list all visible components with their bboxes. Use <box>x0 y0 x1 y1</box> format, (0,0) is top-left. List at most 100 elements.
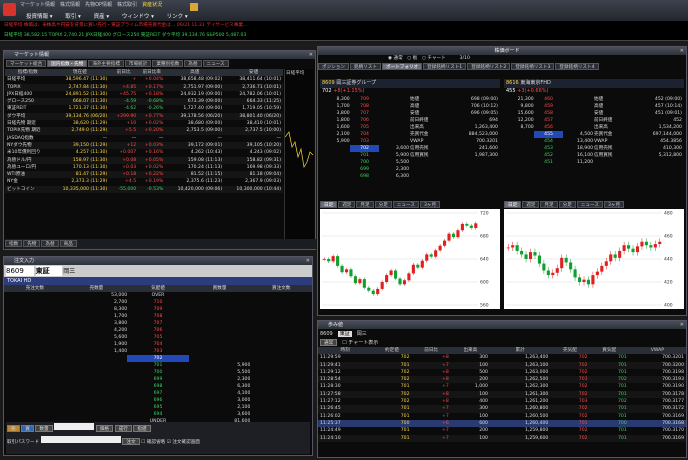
bid-price[interactable]: 698 <box>127 383 189 390</box>
col-header[interactable]: 前日比 <box>109 69 139 77</box>
current-row[interactable]: 702 <box>4 355 312 362</box>
password-input[interactable] <box>40 436 121 443</box>
bid-row[interactable]: 699 2,300 <box>320 166 410 173</box>
mini-chart[interactable]: 日経平均 <box>284 69 314 239</box>
buy-button[interactable]: 買 <box>21 425 34 432</box>
board-tab[interactable]: ポートフォリオ <box>381 63 423 70</box>
board-tab[interactable]: 登録銘柄リスト3 <box>511 63 555 70</box>
bid-price[interactable]: 699 <box>127 376 189 383</box>
candle-chart[interactable]: 720 680 640 600 560 <box>320 209 500 309</box>
close-icon[interactable]: ✕ <box>306 257 310 265</box>
board-window-titlebar[interactable]: 株価ボード ✕ <box>318 47 686 55</box>
order-window-titlebar[interactable]: 注文入力 ✕ <box>4 257 312 265</box>
tab-market-summary[interactable]: マーケット総合 <box>6 60 47 67</box>
table-row[interactable]: 東証REIT 1,721.37 (11:30) -4.62 -0.26% 1,727.4… <box>5 105 283 112</box>
chart-display-checkbox[interactable]: チャート表示 <box>348 340 378 346</box>
table-row[interactable]: 日経先物 期近 38,620 (11:29) +10 +0.02% 38,680 (09… <box>5 120 283 127</box>
ask-price[interactable]: 704 <box>127 341 189 348</box>
bid-price[interactable]: 701 <box>127 362 189 369</box>
period-select[interactable]: 3ヶ月 <box>419 201 441 208</box>
menu-item[interactable]: 投資情報 <box>26 14 48 20</box>
candle-chart[interactable]: 480 460 440 420 400 <box>504 209 684 309</box>
col-header[interactable]: 現在値 <box>50 69 110 77</box>
tab-stats[interactable]: 市場統計 <box>124 60 152 67</box>
bid-row[interactable]: 698 6,300 <box>4 383 312 390</box>
table-row[interactable]: NYダウ先物 39,150 (11:29) +12 +0.03% 39,172 (09:… <box>5 141 283 150</box>
close-icon[interactable]: ✕ <box>680 321 684 329</box>
menu-item[interactable]: リンク <box>167 14 184 20</box>
bid-row[interactable]: 702 3,600 <box>320 145 410 152</box>
table-row[interactable]: 11:24:49 701 +7 200 1,259,800 702 701 700.3170 <box>318 427 686 434</box>
tick-window-titlebar[interactable]: 歩み値 ✕ <box>318 321 686 329</box>
confirm-screen-checkbox[interactable]: 注文確認画面 <box>172 440 200 445</box>
chart-tab[interactable]: ニュース <box>576 201 603 208</box>
ask-price[interactable]: 707 <box>127 320 189 327</box>
tab-news[interactable]: ニュース <box>202 60 229 67</box>
bid-row[interactable]: 694 3,600 <box>4 411 312 418</box>
sell-button[interactable]: 売 <box>7 425 20 432</box>
skip-confirm-checkbox[interactable]: 確認省略 <box>147 440 165 445</box>
menu-item[interactable]: ウィンドウ <box>122 14 150 20</box>
ask-row[interactable]: 5,600 705 <box>4 334 312 341</box>
table-row[interactable]: 11:29:59 702 +8 300 1,263,400 702 701 700.3201 <box>318 354 686 361</box>
ask-price[interactable]: 703 <box>127 348 189 355</box>
col-header[interactable]: 時刻 <box>318 347 373 355</box>
table-row[interactable]: ビットコイン 10,335,000 (11:30) -55,000 -0.53% 10,… <box>5 185 283 194</box>
chart-tab[interactable]: 日足 <box>504 201 522 208</box>
bid-price[interactable]: 696 <box>127 397 189 404</box>
footer-tab[interactable]: 為替 <box>41 240 59 247</box>
table-row[interactable]: 為替ドル/円 158.97 (11:30) +0.08 +0.05% 159.08 (1… <box>5 156 283 164</box>
tick-code-input[interactable]: 8609 <box>320 331 333 337</box>
table-row[interactable]: WTI原油 81.47 (11:29) +0.18 +0.22% 81.52 (11:1… <box>5 171 283 179</box>
ask-row[interactable]: 15,600 458 <box>504 110 594 117</box>
bid-row[interactable]: 695 2,100 <box>4 404 312 411</box>
bid-row[interactable]: 698 6,300 <box>320 173 410 180</box>
ask-row[interactable]: 1,800 706 <box>320 117 410 124</box>
panel-header[interactable]: 8616 東海東京FHD <box>504 79 684 88</box>
table-row[interactable]: TOPIX先物 期近 2,749.0 (11:29) +5.5 +0.20% 2,753… <box>5 127 283 135</box>
ask-price[interactable]: 705 <box>127 334 189 341</box>
board-tab[interactable]: 登録銘柄リスト4 <box>555 63 599 70</box>
table-row[interactable]: TOPIX 2,747.84 (11:30) +4.85 +0.17% 2,751.97… <box>5 83 283 91</box>
code-input[interactable]: 8609 <box>6 266 34 276</box>
close-icon[interactable]: ✕ <box>309 51 313 59</box>
table-row[interactable]: 米10年債利回り 4.257 (11:30) +0.007 +0.16% 4.262 (… <box>5 149 283 156</box>
market-select[interactable]: 東証 <box>35 266 62 276</box>
tick-mode-select[interactable]: 通常 <box>320 339 338 346</box>
table-row[interactable]: 11:26:45 701 +7 300 1,260,800 702 701 700.3172 <box>318 405 686 413</box>
current-price[interactable]: 702 <box>127 355 189 362</box>
ask-row[interactable]: 8,700 456 <box>504 124 594 131</box>
news-ticker[interactable]: 日経平均 株価は、米株高や円安を背景に買い先行・東証プライム市場売買代金は… 0… <box>0 21 688 31</box>
index-ticker[interactable]: 日経平均 38,582.15 TOPIX 2,740.21 JPX日経400 グ… <box>0 31 688 41</box>
table-row[interactable]: ダウ平均 39,134.76 (06/20) +299.90 +0.77% 39,178… <box>5 112 283 121</box>
bid-row[interactable]: 701 5,900 <box>4 362 312 369</box>
table-row[interactable]: 11:29:12 702 +8 500 1,263,000 702 701 700.3198 <box>318 369 686 376</box>
top-links[interactable]: マーケット情報 株式情報 先物OP情報 株式取引 資産状況 <box>20 1 162 8</box>
chart-tab[interactable]: 分足 <box>558 201 576 208</box>
bid-row[interactable]: 452 16,100 <box>504 152 594 159</box>
radio-normal[interactable]: 通常 <box>393 56 402 61</box>
col-header[interactable]: 累計 <box>489 347 551 355</box>
table-row[interactable]: 11:24:10 701 +7 100 1,259,600 702 701 700.3169 <box>318 434 686 442</box>
footer-tab[interactable]: 商品 <box>59 240 77 247</box>
ask-row[interactable]: 1,700 708 <box>320 103 410 110</box>
limit-order-button[interactable]: 指値 <box>133 425 151 432</box>
chart-tab[interactable]: 月足 <box>356 201 374 208</box>
ask-row[interactable]: 1,400 703 <box>4 348 312 355</box>
radio-chart[interactable]: チャート <box>427 56 445 61</box>
table-row[interactable]: 11:29:41 701 +7 100 1,263,100 702 701 700.3200 <box>318 361 686 369</box>
bid-row[interactable]: 696 3,000 <box>4 397 312 404</box>
table-row[interactable]: NY金 2,373.3 (11:29) +4.5 +0.19% 2,375.6 (11:… <box>5 178 283 185</box>
ask-row[interactable]: 2,700 710 <box>4 299 312 306</box>
ask-row[interactable]: 1,600 705 <box>320 124 410 131</box>
tab-sector[interactable]: 業種別指数 <box>152 60 184 67</box>
col-header[interactable]: 指標/指数 <box>5 69 51 77</box>
market-order-button[interactable]: 成行 <box>114 425 132 432</box>
chart-tab[interactable]: 日足 <box>320 201 338 208</box>
period-select[interactable]: 3ヶ月 <box>603 201 625 208</box>
ask-row[interactable]: 21,300 460 <box>504 96 594 103</box>
col-header[interactable]: 前日比率 <box>138 69 166 77</box>
tab-fx[interactable]: 為替 <box>184 60 202 67</box>
ask-row[interactable]: 1,900 704 <box>4 341 312 348</box>
chart-tab[interactable]: 週足 <box>338 201 356 208</box>
